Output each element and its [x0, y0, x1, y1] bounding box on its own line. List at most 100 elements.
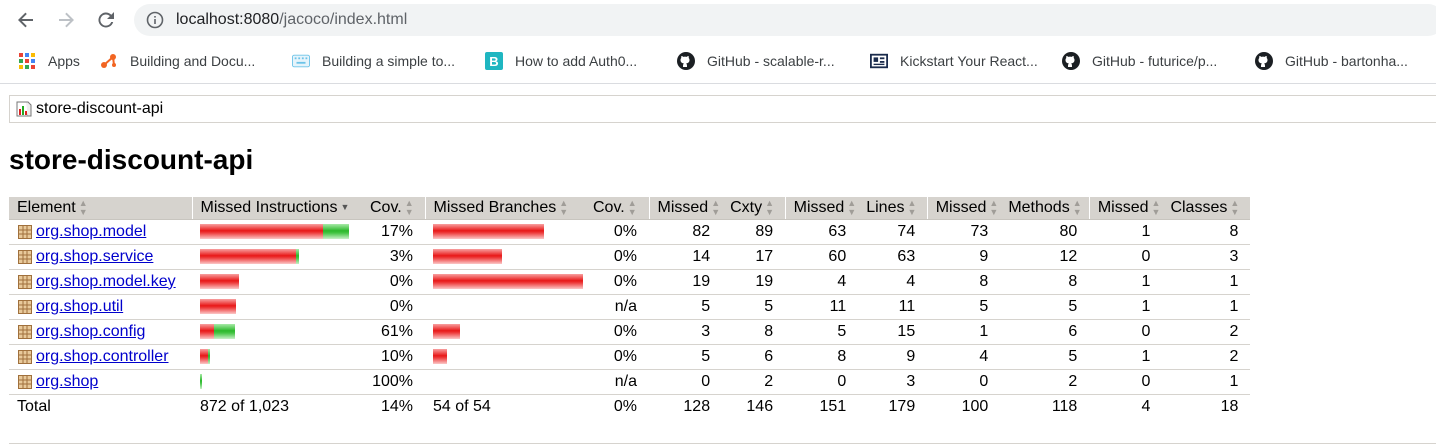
- sort-icon: ▲ ▼: [404, 197, 414, 217]
- instructions-bar: [200, 249, 360, 264]
- package-link[interactable]: org.shop.model: [36, 223, 146, 241]
- sort-icon: ▲ ▼: [711, 197, 721, 217]
- toolbar-divider: [0, 83, 1436, 84]
- lines-cell: 4: [858, 269, 928, 295]
- cxty-cell: 17: [722, 244, 786, 270]
- classes-cell: 3: [1162, 244, 1251, 270]
- branches-bar-cell: [425, 344, 585, 370]
- missed-lines-cell: 5: [785, 319, 859, 345]
- missed-methods-cell: 8: [927, 269, 1001, 295]
- breadcrumb-label: store-discount-api: [36, 100, 164, 117]
- reload-button[interactable]: [92, 6, 120, 34]
- instructions-bar: [200, 274, 360, 289]
- missed-lines-cell: 4: [785, 269, 859, 295]
- table-row: org.shop.controller 10% 0% 5 6 8 9 4 5 1 2: [9, 344, 1251, 370]
- bookmark-label: How to add Auth0...: [515, 53, 638, 69]
- cxty-cell: 89: [722, 219, 786, 245]
- missed-cxty-cell: 3: [649, 319, 723, 345]
- package-link[interactable]: org.shop: [36, 373, 98, 391]
- sort-icon: ▲ ▼: [765, 197, 775, 217]
- header-missed-cxty[interactable]: Missed ▲ ▼: [648, 197, 723, 220]
- header-missed-methods[interactable]: Missed ▲ ▼: [926, 197, 1001, 220]
- missed-bar: [433, 324, 460, 339]
- missed-cxty-cell: 82: [649, 219, 723, 245]
- table-row: org.shop.util 0% n/a 5 5 11 11 5 5 1 1: [9, 294, 1251, 320]
- header-element[interactable]: Element ▲ ▼: [9, 197, 192, 220]
- bookmark-auth0[interactable]: B How to add Auth0...: [485, 46, 637, 76]
- branch-cov-cell: 0%: [585, 269, 649, 295]
- missed-bar: [200, 224, 323, 239]
- lines-cell: 63: [858, 244, 928, 270]
- bookmark-apps[interactable]: Apps: [18, 46, 80, 76]
- package-link-wrapper: org.shop.controller: [17, 348, 190, 366]
- sort-down-icon: ▼: [340, 202, 350, 213]
- covered-bar: [208, 349, 210, 364]
- total-instr-cov: 14%: [380, 397, 413, 415]
- missed-lines-cell: 0: [785, 369, 859, 395]
- sort-icon: ▲ ▼: [627, 197, 637, 217]
- bookmark-building-docu[interactable]: Building and Docu...: [100, 46, 255, 76]
- package-link[interactable]: org.shop.util: [36, 298, 123, 316]
- bookmark-github-futurice[interactable]: GitHub - futurice/p...: [1062, 46, 1217, 76]
- package-link[interactable]: org.shop.service: [36, 248, 153, 266]
- instructions-bar-cell: [192, 344, 362, 370]
- branch-cov-cell: 0%: [585, 319, 649, 345]
- header-cxty[interactable]: Cxty ▲ ▼: [722, 197, 786, 220]
- instructions-bar: [200, 374, 360, 389]
- header-instr-cov[interactable]: Cov. ▲ ▼: [362, 197, 425, 220]
- total-branches: 54 of 54: [433, 397, 491, 415]
- report-icon: [16, 101, 32, 117]
- package-icon: [18, 274, 32, 289]
- table-row: org.shop 100% n/a 0 2 0 3 0 2 0 1: [9, 369, 1251, 395]
- branch-cov-cell: 0%: [585, 219, 649, 245]
- package-icon: [18, 249, 32, 264]
- missed-bar: [433, 249, 502, 264]
- bookmark-github-scalable[interactable]: GitHub - scalable-r...: [677, 46, 835, 76]
- missed-cxty-cell: 19: [649, 269, 723, 295]
- bookmark-kickstart-react[interactable]: Kickstart Your React...: [870, 46, 1038, 76]
- cxty-cell: 19: [722, 269, 786, 295]
- table-row: org.shop.config 61% 0% 3 8 5 15 1 6 0 2: [9, 319, 1251, 345]
- bookmark-label: GitHub - futurice/p...: [1092, 53, 1218, 69]
- header-missed-instructions[interactable]: Missed Instructions ▼: [191, 197, 362, 220]
- package-link[interactable]: org.shop.config: [36, 323, 145, 341]
- package-link[interactable]: org.shop.controller: [36, 348, 169, 366]
- footer-divider: [9, 443, 1436, 444]
- total-lines: 179: [888, 397, 916, 415]
- header-missed-lines[interactable]: Missed ▲ ▼: [784, 197, 859, 220]
- back-button[interactable]: [12, 6, 40, 34]
- package-icon: [18, 299, 32, 314]
- header-methods[interactable]: Methods ▲ ▼: [1000, 197, 1090, 220]
- total-missed-cxty: 128: [683, 397, 711, 415]
- cxty-cell: 2: [722, 369, 786, 395]
- element-cell: org.shop: [9, 369, 192, 395]
- bookmark-label: Building and Docu...: [130, 53, 256, 69]
- bookmark-github-bartonha[interactable]: GitHub - bartonha...: [1255, 46, 1408, 76]
- header-lines[interactable]: Lines ▲ ▼: [858, 197, 928, 220]
- bookmark-building-simple[interactable]: Building a simple to...: [292, 46, 455, 76]
- forward-arrow-icon: [59, 12, 74, 28]
- classes-cell: 1: [1162, 269, 1251, 295]
- address-bar[interactable]: localhost:8080/jacoco/index.html: [134, 4, 1436, 36]
- missed-lines-cell: 11: [785, 294, 859, 320]
- header-missed-branches[interactable]: Missed Branches ▲ ▼: [424, 197, 585, 220]
- info-icon[interactable]: [146, 11, 164, 29]
- branches-bar: [433, 274, 583, 289]
- keyboard-favicon-icon: [292, 52, 310, 70]
- missed-bar: [200, 349, 208, 364]
- forward-button[interactable]: [52, 6, 80, 34]
- total-missed-methods: 100: [961, 397, 989, 415]
- sort-icon: ▲ ▼: [989, 197, 999, 217]
- header-branch-cov[interactable]: Cov. ▲ ▼: [585, 197, 649, 220]
- element-cell: org.shop.model: [9, 219, 192, 245]
- header-classes[interactable]: Classes ▲ ▼: [1162, 197, 1251, 220]
- lines-cell: 9: [858, 344, 928, 370]
- back-arrow-icon: [18, 12, 33, 28]
- methods-cell: 2: [1000, 369, 1090, 395]
- bookmarks-bar: Apps Building and Docu... Building a sim…: [0, 46, 1436, 76]
- instructions-bar-cell: [192, 219, 362, 245]
- bookmark-label: Kickstart Your React...: [900, 53, 1038, 69]
- package-link[interactable]: org.shop.model.key: [36, 273, 176, 291]
- missed-methods-cell: 0: [927, 369, 1001, 395]
- header-missed-classes[interactable]: Missed ▲ ▼: [1088, 197, 1163, 220]
